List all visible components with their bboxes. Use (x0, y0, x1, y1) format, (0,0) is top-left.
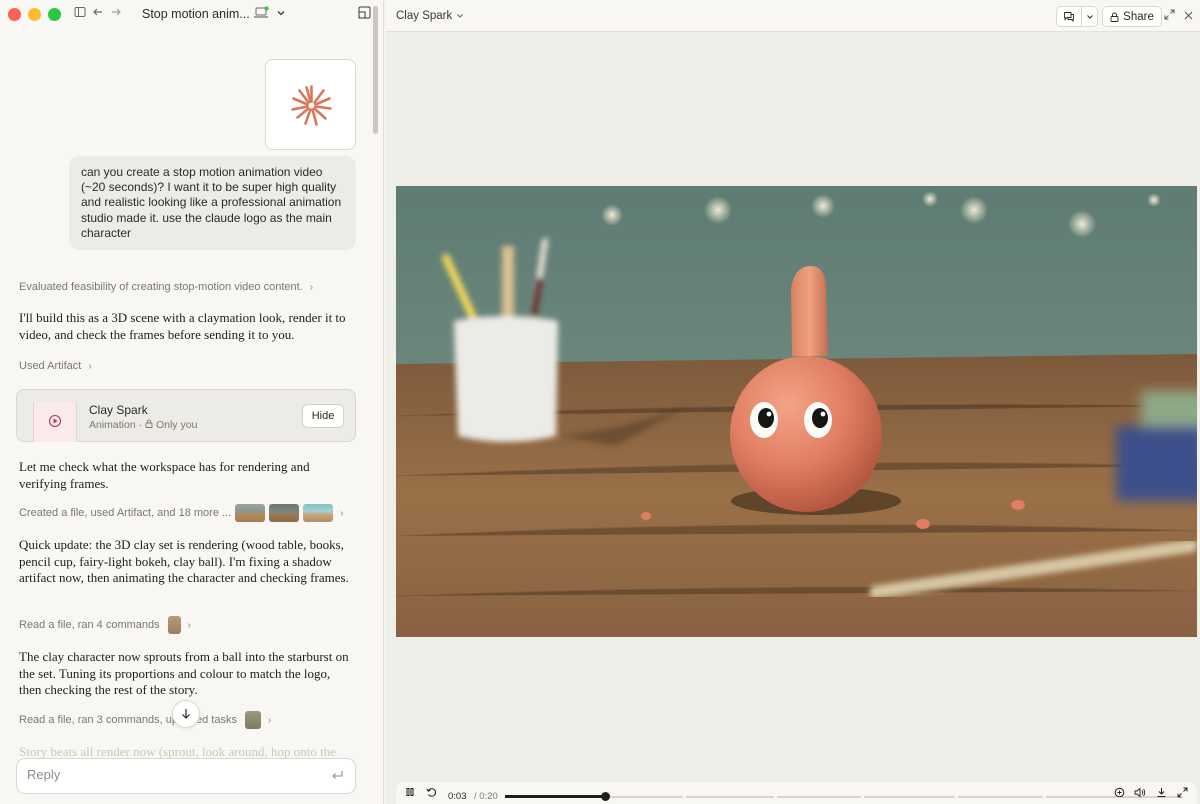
video-player[interactable] (396, 186, 1197, 637)
tool-use-label-continued: ed tasks (195, 714, 237, 726)
assistant-message: The clay character now sprouts from a ba… (19, 649, 349, 698)
tool-use-label: Read a file, ran 3 commands, up (19, 714, 178, 726)
lock-icon (1110, 12, 1119, 22)
artifact-thumbnail (33, 402, 77, 442)
artifact-panel-title: Clay Spark (396, 10, 453, 22)
assistant-message: Quick update: the 3D clay set is renderi… (19, 537, 349, 586)
frame-thumbnail (244, 711, 261, 729)
frame-thumbnail (269, 504, 300, 522)
progress-segment-gap (861, 795, 865, 799)
claude-logo-icon (291, 85, 332, 126)
volume-icon[interactable] (1134, 787, 1146, 801)
scroll-to-bottom-button[interactable] (172, 700, 200, 728)
frame-thumbnail (235, 504, 266, 522)
chevron-down-icon (1086, 14, 1093, 19)
frame-thumbnail (303, 504, 334, 522)
window-titlebar: Stop motion anim... (0, 0, 383, 30)
video-frame-image (396, 186, 1197, 637)
assistant-message: I'll build this as a 3D scene with a cla… (19, 310, 346, 342)
reply-composer[interactable] (16, 758, 356, 794)
progress-segment-gap (955, 795, 959, 799)
pause-icon[interactable] (405, 787, 415, 800)
thinking-summary-label: Evaluated feasibility of creating stop-m… (19, 281, 303, 293)
share-button[interactable]: Share (1102, 6, 1162, 27)
chevron-down-icon[interactable] (274, 6, 288, 22)
copy-menu-button[interactable] (1082, 6, 1098, 27)
arrow-down-icon (182, 709, 190, 719)
artifact-panel: Clay Spark Share 0:03 / 0:20 (386, 0, 1200, 804)
progress-scrubber[interactable] (601, 792, 611, 801)
minimize-window-button[interactable] (28, 8, 41, 21)
progress-segment-gap (1042, 795, 1046, 799)
tool-use-label: Created a file, used Artifact, and 18 mo… (19, 507, 232, 519)
artifact-card[interactable]: Clay Spark Animation · Only you Hide (16, 389, 356, 442)
tool-use-summary[interactable]: Used Artifact › (19, 360, 92, 372)
user-message: can you create a stop motion animation v… (69, 156, 356, 251)
current-time: 0:03 (448, 791, 467, 802)
tool-use-label: Used Artifact (19, 360, 82, 372)
chevron-right-icon: › (340, 507, 344, 519)
panel-icon[interactable] (357, 6, 371, 22)
video-controls: 0:03 / 0:20 (396, 782, 1197, 804)
tool-use-summary[interactable]: Read a file, ran 4 commands › (19, 616, 191, 634)
comment-icon (1064, 12, 1074, 22)
play-circle-icon (48, 414, 62, 428)
lock-icon (145, 419, 156, 431)
progress-segment-gap (773, 795, 777, 799)
chat-pane: Stop motion anim... can you create a sto… (0, 0, 384, 804)
chevron-right-icon: › (309, 281, 314, 293)
message-list: can you create a stop motion animation v… (0, 30, 372, 758)
artifact-visibility: Only you (155, 419, 198, 431)
forward-arrow-icon[interactable] (109, 6, 123, 22)
tool-use-summary[interactable]: Created a file, used Artifact, and 18 mo… (19, 504, 344, 522)
replay-icon[interactable] (426, 787, 437, 801)
progress-track[interactable] (505, 792, 1177, 801)
chevron-down-icon (457, 14, 464, 18)
attachment-thumbnail[interactable] (265, 59, 356, 150)
artifact-type: Animation (89, 419, 136, 431)
hide-artifact-button[interactable]: Hide (302, 404, 344, 428)
chat-scrollbar[interactable] (373, 6, 378, 134)
back-arrow-icon[interactable] (91, 6, 105, 22)
sidebar-toggle-icon[interactable] (73, 6, 87, 22)
laptop-icon[interactable] (252, 6, 270, 22)
expand-icon[interactable] (1164, 9, 1175, 23)
artifact-header: Clay Spark Share (386, 0, 1200, 32)
reply-input[interactable] (27, 767, 317, 782)
chevron-right-icon: › (187, 619, 191, 631)
captions-icon[interactable] (1114, 787, 1125, 801)
progress-segment-gap (683, 795, 687, 799)
artifact-subtitle: Animation · Only you (89, 419, 197, 431)
thinking-summary[interactable]: Evaluated feasibility of creating stop-m… (19, 281, 313, 293)
fullscreen-icon[interactable] (1177, 787, 1188, 801)
send-icon[interactable] (331, 768, 343, 783)
chevron-right-icon: › (88, 360, 92, 372)
total-time: / 0:20 (474, 791, 498, 802)
chevron-right-icon: › (267, 714, 272, 726)
assistant-message-partial: Story beats all render now (sprout, look… (19, 744, 336, 758)
frame-thumbnail (167, 616, 181, 634)
tool-use-summary[interactable]: Read a file, ran 3 commands, up ed tasks… (19, 711, 271, 729)
close-window-button[interactable] (8, 8, 21, 21)
share-label: Share (1123, 10, 1154, 23)
assistant-message: Let me check what the workspace has for … (19, 459, 310, 491)
tool-use-label: Read a file, ran 4 commands (19, 619, 160, 631)
copy-button[interactable] (1056, 6, 1082, 27)
progress-fill (505, 795, 606, 798)
conversation-title[interactable]: Stop motion anim... (142, 7, 250, 21)
download-icon[interactable] (1156, 787, 1167, 801)
close-icon[interactable] (1183, 7, 1194, 24)
artifact-title-dropdown[interactable]: Clay Spark (396, 10, 464, 22)
maximize-window-button[interactable] (48, 8, 61, 21)
artifact-title: Clay Spark (89, 403, 148, 417)
